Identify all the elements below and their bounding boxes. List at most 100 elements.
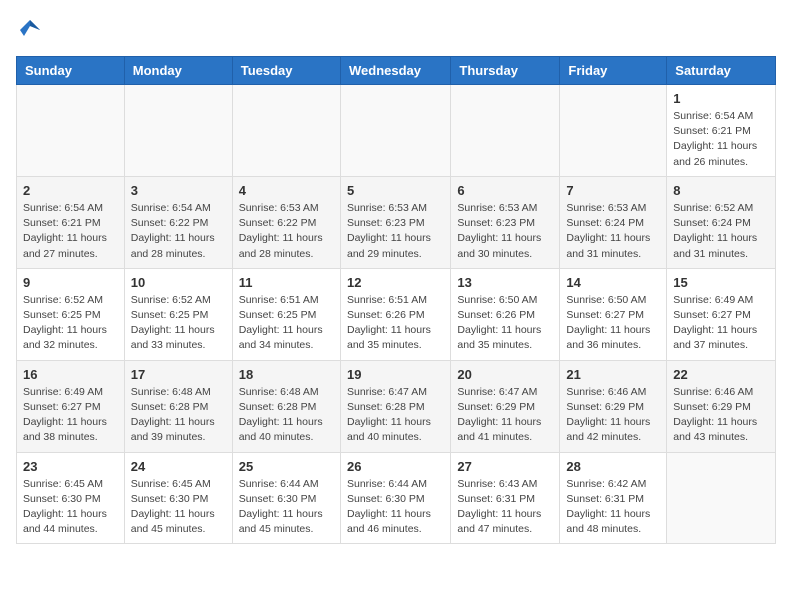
day-info: Sunrise: 6:53 AM Sunset: 6:24 PM Dayligh…: [566, 201, 660, 262]
day-info: Sunrise: 6:42 AM Sunset: 6:31 PM Dayligh…: [566, 477, 660, 538]
day-number: 16: [23, 367, 118, 382]
calendar-cell: 16 Sunrise: 6:49 AM Sunset: 6:27 PM Dayli…: [17, 360, 125, 452]
day-info: Sunrise: 6:45 AM Sunset: 6:30 PM Dayligh…: [23, 477, 118, 538]
day-number: 9: [23, 275, 118, 290]
day-info: Sunrise: 6:44 AM Sunset: 6:30 PM Dayligh…: [239, 477, 334, 538]
day-info: Sunrise: 6:49 AM Sunset: 6:27 PM Dayligh…: [673, 293, 769, 354]
calendar-cell: 11 Sunrise: 6:51 AM Sunset: 6:25 PM Dayli…: [232, 268, 340, 360]
day-info: Sunrise: 6:52 AM Sunset: 6:25 PM Dayligh…: [131, 293, 226, 354]
col-header-monday: Monday: [124, 57, 232, 85]
calendar-cell: 23Sunrise: 6:45 AM Sunset: 6:30 PM Dayli…: [17, 452, 125, 544]
calendar-cell: 3Sunrise: 6:54 AM Sunset: 6:22 PM Daylig…: [124, 176, 232, 268]
calendar-cell: 5 Sunrise: 6:53 AM Sunset: 6:23 PM Daylig…: [340, 176, 450, 268]
calendar-cell: [124, 85, 232, 177]
day-info: Sunrise: 6:48 AM Sunset: 6:28 PM Dayligh…: [131, 385, 226, 446]
calendar-cell: 19 Sunrise: 6:47 AM Sunset: 6:28 PM Dayli…: [340, 360, 450, 452]
calendar-cell: 9 Sunrise: 6:52 AM Sunset: 6:25 PM Daylig…: [17, 268, 125, 360]
day-info: Sunrise: 6:53 AM Sunset: 6:23 PM Dayligh…: [347, 201, 444, 262]
calendar-cell: [560, 85, 667, 177]
day-number: 2: [23, 183, 118, 198]
calendar-cell: 1 Sunrise: 6:54 AM Sunset: 6:21 PM Daylig…: [667, 85, 776, 177]
day-number: 15: [673, 275, 769, 290]
col-header-saturday: Saturday: [667, 57, 776, 85]
day-number: 17: [131, 367, 226, 382]
day-number: 3: [131, 183, 226, 198]
calendar-week-0: 1 Sunrise: 6:54 AM Sunset: 6:21 PM Daylig…: [17, 85, 776, 177]
day-info: Sunrise: 6:52 AM Sunset: 6:24 PM Dayligh…: [673, 201, 769, 262]
calendar-cell: 20 Sunrise: 6:47 AM Sunset: 6:29 PM Dayli…: [451, 360, 560, 452]
day-info: Sunrise: 6:46 AM Sunset: 6:29 PM Dayligh…: [673, 385, 769, 446]
calendar-cell: 7Sunrise: 6:53 AM Sunset: 6:24 PM Daylig…: [560, 176, 667, 268]
day-info: Sunrise: 6:53 AM Sunset: 6:22 PM Dayligh…: [239, 201, 334, 262]
calendar-cell: 6 Sunrise: 6:53 AM Sunset: 6:23 PM Daylig…: [451, 176, 560, 268]
day-number: 26: [347, 459, 444, 474]
day-number: 18: [239, 367, 334, 382]
calendar-cell: 21Sunrise: 6:46 AM Sunset: 6:29 PM Dayli…: [560, 360, 667, 452]
day-number: 1: [673, 91, 769, 106]
day-info: Sunrise: 6:53 AM Sunset: 6:23 PM Dayligh…: [457, 201, 553, 262]
day-number: 6: [457, 183, 553, 198]
calendar-cell: 8 Sunrise: 6:52 AM Sunset: 6:24 PM Daylig…: [667, 176, 776, 268]
calendar-cell: 28 Sunrise: 6:42 AM Sunset: 6:31 PM Dayli…: [560, 452, 667, 544]
calendar-cell: 4 Sunrise: 6:53 AM Sunset: 6:22 PM Daylig…: [232, 176, 340, 268]
calendar-cell: 13 Sunrise: 6:50 AM Sunset: 6:26 PM Dayli…: [451, 268, 560, 360]
header: [16, 16, 776, 44]
day-info: Sunrise: 6:44 AM Sunset: 6:30 PM Dayligh…: [347, 477, 444, 538]
day-number: 14: [566, 275, 660, 290]
day-number: 10: [131, 275, 226, 290]
logo-icon: [16, 16, 44, 44]
calendar-cell: [340, 85, 450, 177]
day-number: 13: [457, 275, 553, 290]
day-number: 12: [347, 275, 444, 290]
calendar-cell: [232, 85, 340, 177]
calendar-cell: 25 Sunrise: 6:44 AM Sunset: 6:30 PM Dayli…: [232, 452, 340, 544]
col-header-thursday: Thursday: [451, 57, 560, 85]
calendar-cell: 2 Sunrise: 6:54 AM Sunset: 6:21 PM Daylig…: [17, 176, 125, 268]
calendar-cell: [451, 85, 560, 177]
day-info: Sunrise: 6:46 AM Sunset: 6:29 PM Dayligh…: [566, 385, 660, 446]
calendar-cell: 22 Sunrise: 6:46 AM Sunset: 6:29 PM Dayli…: [667, 360, 776, 452]
day-info: Sunrise: 6:48 AM Sunset: 6:28 PM Dayligh…: [239, 385, 334, 446]
calendar-cell: 10 Sunrise: 6:52 AM Sunset: 6:25 PM Dayli…: [124, 268, 232, 360]
day-number: 8: [673, 183, 769, 198]
col-header-wednesday: Wednesday: [340, 57, 450, 85]
calendar-cell: 27Sunrise: 6:43 AM Sunset: 6:31 PM Dayli…: [451, 452, 560, 544]
day-number: 25: [239, 459, 334, 474]
calendar-week-1: 2 Sunrise: 6:54 AM Sunset: 6:21 PM Daylig…: [17, 176, 776, 268]
calendar-cell: [17, 85, 125, 177]
day-info: Sunrise: 6:52 AM Sunset: 6:25 PM Dayligh…: [23, 293, 118, 354]
day-info: Sunrise: 6:54 AM Sunset: 6:21 PM Dayligh…: [673, 109, 769, 170]
logo: [16, 16, 48, 44]
day-info: Sunrise: 6:50 AM Sunset: 6:26 PM Dayligh…: [457, 293, 553, 354]
calendar-cell: 26 Sunrise: 6:44 AM Sunset: 6:30 PM Dayli…: [340, 452, 450, 544]
calendar-cell: 24 Sunrise: 6:45 AM Sunset: 6:30 PM Dayli…: [124, 452, 232, 544]
day-number: 11: [239, 275, 334, 290]
day-info: Sunrise: 6:47 AM Sunset: 6:28 PM Dayligh…: [347, 385, 444, 446]
calendar-cell: 14 Sunrise: 6:50 AM Sunset: 6:27 PM Dayli…: [560, 268, 667, 360]
calendar-cell: 17 Sunrise: 6:48 AM Sunset: 6:28 PM Dayli…: [124, 360, 232, 452]
col-header-tuesday: Tuesday: [232, 57, 340, 85]
day-info: Sunrise: 6:47 AM Sunset: 6:29 PM Dayligh…: [457, 385, 553, 446]
calendar-cell: [667, 452, 776, 544]
calendar-cell: 18 Sunrise: 6:48 AM Sunset: 6:28 PM Dayli…: [232, 360, 340, 452]
col-header-sunday: Sunday: [17, 57, 125, 85]
day-info: Sunrise: 6:43 AM Sunset: 6:31 PM Dayligh…: [457, 477, 553, 538]
day-number: 5: [347, 183, 444, 198]
day-number: 22: [673, 367, 769, 382]
day-number: 24: [131, 459, 226, 474]
day-info: Sunrise: 6:50 AM Sunset: 6:27 PM Dayligh…: [566, 293, 660, 354]
calendar-table: SundayMondayTuesdayWednesdayThursdayFrid…: [16, 56, 776, 544]
calendar-week-2: 9 Sunrise: 6:52 AM Sunset: 6:25 PM Daylig…: [17, 268, 776, 360]
day-info: Sunrise: 6:49 AM Sunset: 6:27 PM Dayligh…: [23, 385, 118, 446]
day-info: Sunrise: 6:51 AM Sunset: 6:25 PM Dayligh…: [239, 293, 334, 354]
day-number: 19: [347, 367, 444, 382]
day-info: Sunrise: 6:54 AM Sunset: 6:21 PM Dayligh…: [23, 201, 118, 262]
day-number: 4: [239, 183, 334, 198]
day-number: 28: [566, 459, 660, 474]
day-info: Sunrise: 6:51 AM Sunset: 6:26 PM Dayligh…: [347, 293, 444, 354]
day-number: 20: [457, 367, 553, 382]
calendar-cell: 12 Sunrise: 6:51 AM Sunset: 6:26 PM Dayli…: [340, 268, 450, 360]
day-info: Sunrise: 6:45 AM Sunset: 6:30 PM Dayligh…: [131, 477, 226, 538]
calendar-cell: 15 Sunrise: 6:49 AM Sunset: 6:27 PM Dayli…: [667, 268, 776, 360]
col-header-friday: Friday: [560, 57, 667, 85]
